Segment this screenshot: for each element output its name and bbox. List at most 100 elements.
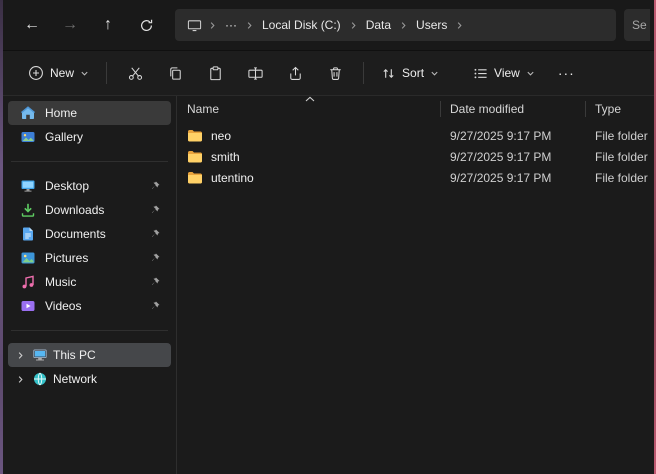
window-left-edge (0, 0, 3, 474)
this-pc-icon (32, 347, 48, 363)
file-name: neo (211, 129, 231, 143)
search-input[interactable]: Se (624, 9, 650, 41)
sidebar-item-label: Home (45, 106, 77, 120)
rename-button[interactable] (235, 57, 275, 89)
gallery-icon (20, 129, 36, 145)
home-icon (20, 105, 36, 121)
folder-icon (187, 149, 203, 165)
view-list-icon (473, 66, 488, 81)
sidebar-item-pictures[interactable]: Pictures (8, 246, 171, 270)
chevron-down-icon (80, 69, 89, 78)
breadcrumb-item-data[interactable]: Data (360, 18, 397, 32)
file-row[interactable]: utentino 9/27/2025 9:17 PM File folder (177, 167, 654, 188)
file-rows: neo 9/27/2025 9:17 PM File folder smith … (177, 125, 654, 188)
sidebar-item-home[interactable]: Home (8, 101, 171, 125)
chevron-down-icon (430, 69, 439, 78)
desktop-icon (20, 178, 36, 194)
new-button[interactable]: New (19, 57, 98, 89)
refresh-icon (139, 18, 154, 33)
sidebar-item-label: Music (45, 275, 76, 289)
up-icon: ↑ (104, 16, 112, 34)
sort-button-label: Sort (402, 66, 424, 80)
scissors-icon (127, 65, 144, 82)
sidebar-item-gallery[interactable]: Gallery (8, 125, 171, 149)
pin-icon (149, 228, 161, 240)
column-header-date-modified[interactable]: Date modified (440, 96, 585, 122)
sidebar-item-documents[interactable]: Documents (8, 222, 171, 246)
music-icon (20, 274, 36, 290)
delete-button[interactable] (315, 57, 355, 89)
breadcrumb-item-local-disk[interactable]: Local Disk (C:) (256, 18, 347, 32)
new-button-label: New (50, 66, 74, 80)
pin-icon (149, 252, 161, 264)
file-type: File folder (585, 150, 654, 164)
folder-icon (187, 170, 203, 186)
up-button[interactable]: ↑ (89, 8, 127, 42)
network-icon (32, 371, 48, 387)
search-text: Se (632, 18, 647, 32)
command-bar: New Sort (3, 50, 654, 96)
folder-icon (187, 128, 203, 144)
sidebar-item-desktop[interactable]: Desktop (8, 174, 171, 198)
file-row[interactable]: smith 9/27/2025 9:17 PM File folder (177, 146, 654, 167)
sidebar-item-videos[interactable]: Videos (8, 294, 171, 318)
chevron-down-icon (526, 69, 535, 78)
sidebar-item-label: Pictures (45, 251, 88, 265)
more-options-button[interactable]: ··· (558, 65, 575, 81)
chevron-right-icon[interactable] (397, 21, 410, 30)
sidebar-item-label: This PC (53, 348, 96, 362)
pictures-icon (20, 250, 36, 266)
chevron-right-icon[interactable] (347, 21, 360, 30)
file-list-pane: Name Date modified Type neo 9/27/2025 9:… (176, 96, 654, 474)
file-type: File folder (585, 129, 654, 143)
pin-icon (149, 180, 161, 192)
sidebar-divider (11, 161, 168, 162)
breadcrumb-item-users[interactable]: Users (410, 18, 453, 32)
pin-icon (149, 300, 161, 312)
file-name: utentino (211, 171, 254, 185)
file-date-modified: 9/27/2025 9:17 PM (440, 129, 585, 143)
breadcrumb-ellipsis[interactable]: ··· (219, 18, 243, 32)
toolbar-divider (106, 62, 107, 84)
share-icon (287, 65, 304, 82)
sidebar-item-label: Videos (45, 299, 81, 313)
view-button-label: View (494, 66, 520, 80)
toolbar-divider (363, 62, 364, 84)
sort-arrows-icon (381, 66, 396, 81)
paste-button[interactable] (195, 57, 235, 89)
column-headers: Name Date modified Type (177, 96, 654, 122)
copy-button[interactable] (155, 57, 195, 89)
downloads-icon (20, 202, 36, 218)
copy-icon (167, 65, 184, 82)
sidebar-item-label: Documents (45, 227, 106, 241)
address-bar[interactable]: ··· Local Disk (C:) Data Users (175, 9, 616, 41)
pin-icon (149, 276, 161, 288)
file-type: File folder (585, 171, 654, 185)
forward-button[interactable]: → (51, 8, 89, 42)
sidebar-item-downloads[interactable]: Downloads (8, 198, 171, 222)
plus-circle-icon (28, 65, 44, 81)
chevron-right-icon[interactable] (14, 351, 27, 360)
chevron-right-icon (206, 21, 219, 30)
chevron-right-icon[interactable] (14, 375, 27, 384)
sort-button[interactable]: Sort (372, 57, 448, 89)
chevron-right-icon[interactable] (453, 21, 466, 30)
cut-button[interactable] (115, 57, 155, 89)
clipboard-icon (207, 65, 224, 82)
refresh-button[interactable] (127, 8, 165, 42)
rename-icon (247, 65, 264, 82)
share-button[interactable] (275, 57, 315, 89)
sidebar-item-network[interactable]: Network (8, 367, 171, 391)
column-header-type[interactable]: Type (585, 96, 654, 122)
view-button[interactable]: View (464, 57, 544, 89)
documents-icon (20, 226, 36, 242)
pin-icon (149, 204, 161, 216)
sidebar-item-music[interactable]: Music (8, 270, 171, 294)
column-header-name[interactable]: Name (177, 96, 440, 122)
navigation-pane: Home Gallery Desktop Downloads Documents… (3, 97, 176, 474)
back-button[interactable]: ← (13, 8, 51, 42)
file-row[interactable]: neo 9/27/2025 9:17 PM File folder (177, 125, 654, 146)
file-date-modified: 9/27/2025 9:17 PM (440, 150, 585, 164)
sidebar-item-this-pc[interactable]: This PC (8, 343, 171, 367)
drive-monitor-icon (183, 18, 206, 33)
